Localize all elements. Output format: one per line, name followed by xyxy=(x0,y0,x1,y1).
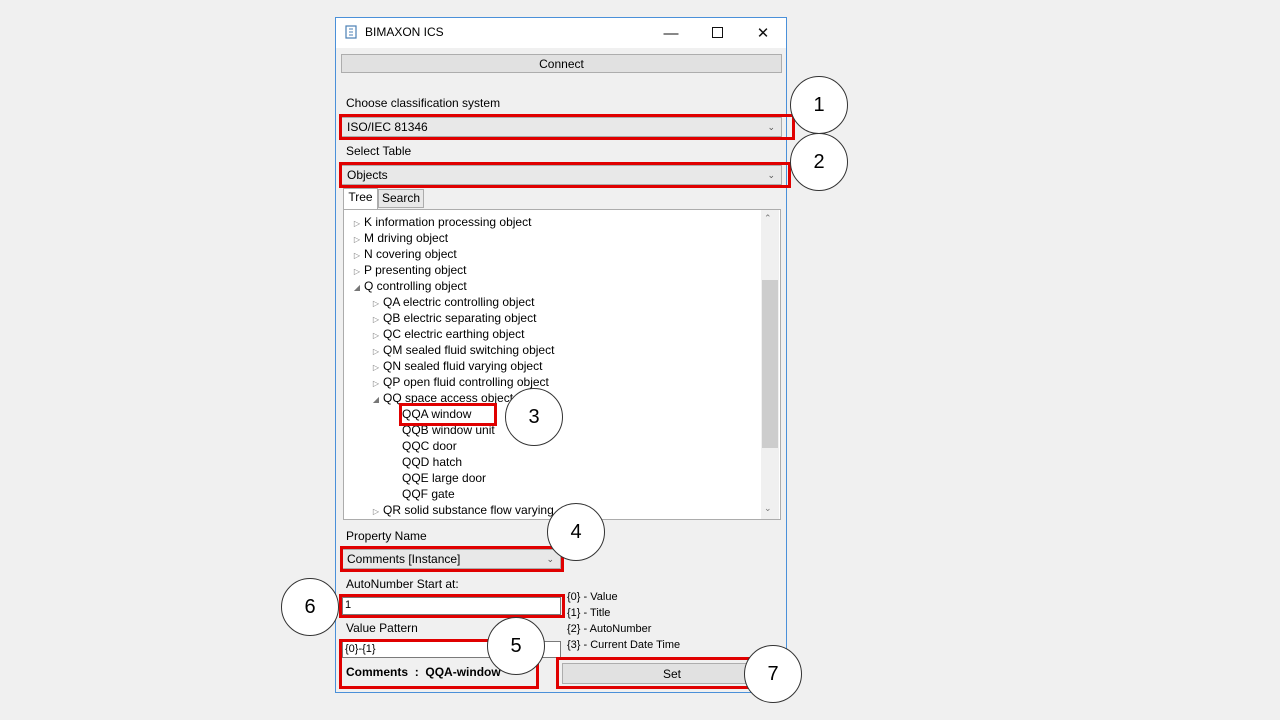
tree-item[interactable]: ▷ K information processing object xyxy=(350,214,532,230)
tree-item-label: QQC door xyxy=(402,439,457,453)
tree-item-label: N covering object xyxy=(364,247,457,261)
maximize-button[interactable] xyxy=(694,18,740,48)
close-button[interactable]: ✕ xyxy=(740,18,786,48)
legend-autonumber: {2} - AutoNumber xyxy=(567,623,652,635)
tree-item[interactable]: ▷ QM sealed fluid switching object xyxy=(369,342,555,358)
legend-value: {0} - Value xyxy=(567,591,618,603)
connect-button[interactable]: Connect xyxy=(341,54,782,73)
tree-item-label: QA electric controlling object xyxy=(383,295,535,309)
minimize-button[interactable]: — xyxy=(648,18,694,48)
app-icon xyxy=(344,25,358,39)
tree-item[interactable]: QQE large door xyxy=(388,470,486,486)
tree-item-label: P presenting object xyxy=(364,263,467,277)
tree-item[interactable]: ▷ QN sealed fluid varying object xyxy=(369,358,543,374)
callout-6: 6 xyxy=(281,578,339,636)
highlight-box-3 xyxy=(399,403,497,426)
tree-item[interactable]: ▷ M driving object xyxy=(350,230,448,246)
tree-item[interactable]: QQD hatch xyxy=(388,454,462,470)
collapse-arrow-icon[interactable]: ◢ xyxy=(369,392,383,408)
tree-item-label: QQF gate xyxy=(402,487,455,501)
scroll-down-icon[interactable]: ⌄ xyxy=(764,503,772,514)
window-title: BIMAXON ICS xyxy=(365,25,444,39)
tab-search[interactable]: Search xyxy=(378,189,424,208)
tree-item-label: QC electric earthing object xyxy=(383,327,525,341)
highlight-box-7 xyxy=(556,657,756,689)
callout-4: 4 xyxy=(547,503,605,561)
tree-item-label: QR solid substance flow varying xyxy=(383,503,554,517)
tree-item[interactable]: ▷ QB electric separating object xyxy=(369,310,537,326)
tree-item-label: QP open fluid controlling object xyxy=(383,375,549,389)
tree-item-label: QM sealed fluid switching object xyxy=(383,343,555,357)
tree-item-label: QB electric separating object xyxy=(383,311,537,325)
scrollbar-thumb[interactable] xyxy=(762,280,778,448)
highlight-box-4 xyxy=(340,546,564,572)
callout-3: 3 xyxy=(505,388,563,446)
scroll-up-icon[interactable]: ⌃ xyxy=(764,213,772,224)
classification-label: Choose classification system xyxy=(346,96,501,110)
tree-item[interactable]: ▷ N covering object xyxy=(350,246,457,262)
tree-item[interactable]: ▷ P presenting object xyxy=(350,262,467,278)
callout-1: 1 xyxy=(790,76,848,134)
tree-item-label: QQE large door xyxy=(402,471,487,485)
tree-item-label: K information processing object xyxy=(364,215,532,229)
legend-title: {1} - Title xyxy=(567,607,611,619)
tree-item-label: M driving object xyxy=(364,231,449,245)
callout-7: 7 xyxy=(744,645,802,703)
tree-item[interactable]: ◢ Q controlling object xyxy=(350,278,467,294)
minimize-icon: — xyxy=(663,24,679,42)
tree-item-label: Q controlling object xyxy=(364,279,467,293)
autonumber-label: AutoNumber Start at: xyxy=(346,577,459,591)
callout-2: 2 xyxy=(790,133,848,191)
tree-item[interactable]: ▷ QP open fluid controlling object xyxy=(369,374,549,390)
tree-item[interactable]: ▷ QA electric controlling object xyxy=(369,294,534,310)
pattern-label: Value Pattern xyxy=(346,621,418,635)
collapse-arrow-icon[interactable]: ◢ xyxy=(350,280,364,296)
tree-item[interactable]: ▷ QR solid substance flow varying xyxy=(369,502,554,518)
callout-5: 5 xyxy=(487,617,545,675)
table-label: Select Table xyxy=(346,144,412,158)
highlight-box-1 xyxy=(339,114,795,140)
legend-datetime: {3} - Current Date Time xyxy=(567,639,681,651)
maximize-icon xyxy=(711,25,723,42)
tree-item[interactable]: QQC door xyxy=(388,438,457,454)
property-label: Property Name xyxy=(346,529,427,543)
highlight-box-2 xyxy=(339,162,791,188)
tab-tree[interactable]: Tree xyxy=(343,188,378,209)
tree-item-label: QN sealed fluid varying object xyxy=(383,359,543,373)
tree-item-label: QQD hatch xyxy=(402,455,463,469)
highlight-box-6 xyxy=(339,594,565,618)
tree-item[interactable]: QQF gate xyxy=(388,486,455,502)
tree-item[interactable]: ▷ QC electric earthing object xyxy=(369,326,524,342)
close-icon: ✕ xyxy=(756,25,770,42)
expand-arrow-icon[interactable]: ▷ xyxy=(369,504,383,520)
